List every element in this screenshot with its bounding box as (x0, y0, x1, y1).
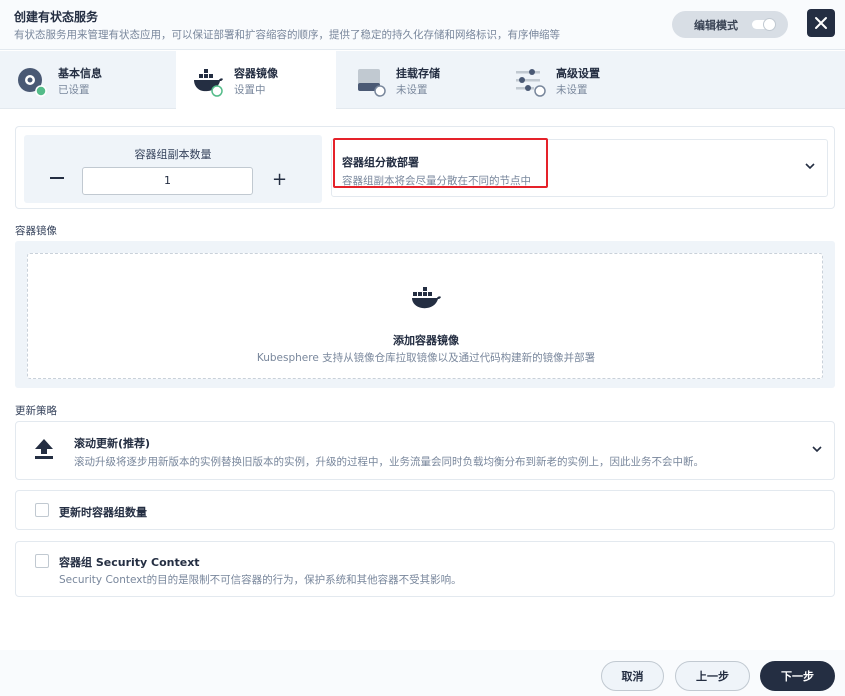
tab-mount-storage[interactable]: 挂载存储 未设置 (338, 51, 498, 109)
edit-mode-label: 编辑模式 (694, 18, 738, 32)
docker-icon (412, 287, 441, 309)
tab-label: 基本信息 (58, 67, 102, 80)
disk-icon (358, 69, 386, 97)
container-image-area: 添加容器镜像 Kubesphere 支持从镜像仓库拉取镜像以及通过代码构建新的镜… (15, 241, 835, 388)
modal-title: 创建有状态服务 (14, 10, 99, 24)
cancel-button[interactable]: 取消 (601, 661, 664, 691)
tab-label: 挂载存储 (396, 67, 440, 80)
increment-button[interactable]: + (272, 169, 287, 190)
modal-header: 创建有状态服务 有状态服务用来管理有状态应用，可以保证部署和扩容缩容的顺序，提供… (0, 0, 845, 50)
update-strategy-description: 滚动升级将逐步用新版本的实例替换旧版本的实例，升级的过程中，业务流量会同时负载均… (74, 456, 704, 468)
close-button[interactable] (807, 9, 835, 37)
docker-icon (194, 69, 223, 97)
modal-description: 有状态服务用来管理有状态应用，可以保证部署和扩容缩容的顺序，提供了稳定的持久化存… (14, 29, 560, 41)
security-context-card: 容器组 Security Context Security Context的目的… (15, 541, 835, 597)
chevron-down-icon (812, 446, 822, 453)
update-strategy-section-label: 更新策略 (15, 405, 57, 417)
tab-label: 容器镜像 (234, 67, 278, 80)
security-context-checkbox[interactable] (35, 554, 49, 568)
replica-count-input[interactable]: 1 (82, 167, 253, 195)
update-pod-count-card: 更新时容器组数量 (15, 490, 835, 530)
edit-mode-toggle[interactable]: 编辑模式 (672, 11, 788, 38)
cube-icon (18, 68, 47, 97)
tab-container-image[interactable]: 容器镜像 设置中 (176, 51, 336, 109)
tab-advanced-settings[interactable]: 高级设置 未设置 (498, 51, 658, 109)
add-image-description: Kubesphere 支持从镜像仓库拉取镜像以及通过代码构建新的镜像并部署 (256, 352, 596, 364)
decrement-button[interactable] (50, 177, 64, 179)
sliders-icon (516, 69, 546, 97)
toggle-switch (752, 18, 776, 31)
security-context-title: 容器组 Security Context (59, 556, 200, 569)
tab-status: 未设置 (556, 84, 588, 96)
tab-basic-info[interactable]: 基本信息 已设置 (0, 51, 160, 109)
previous-step-button[interactable]: 上一步 (675, 661, 750, 691)
tab-status: 设置中 (234, 84, 266, 96)
replica-count-box: 容器组副本数量 1 + (24, 135, 322, 203)
highlight-annotation (333, 138, 548, 188)
tab-status: 已设置 (58, 84, 90, 96)
security-context-description: Security Context的目的是限制不可信容器的行为，保护系统和其他容器… (59, 574, 462, 586)
step-tabs: 基本信息 已设置 容器镜像 设置中 挂载存储 未设置 高级设置 未设置 (0, 51, 845, 109)
update-pod-count-title: 更新时容器组数量 (59, 506, 147, 519)
update-pod-count-checkbox[interactable] (35, 503, 49, 517)
chevron-down-icon (805, 163, 815, 170)
tab-status: 未设置 (396, 84, 428, 96)
update-strategy-title: 滚动更新(推荐) (74, 437, 151, 450)
replica-count-label: 容器组副本数量 (134, 148, 212, 161)
close-icon (815, 17, 827, 29)
add-container-image-button[interactable]: 添加容器镜像 Kubesphere 支持从镜像仓库拉取镜像以及通过代码构建新的镜… (27, 253, 823, 379)
next-step-button[interactable]: 下一步 (760, 661, 835, 691)
upload-arrow-icon (35, 439, 53, 459)
add-image-title: 添加容器镜像 (393, 334, 459, 347)
container-image-section-label: 容器镜像 (15, 225, 57, 237)
update-strategy-select[interactable]: 滚动更新(推荐) 滚动升级将逐步用新版本的实例替换旧版本的实例，升级的过程中，业… (15, 421, 835, 480)
tab-label: 高级设置 (556, 67, 600, 80)
